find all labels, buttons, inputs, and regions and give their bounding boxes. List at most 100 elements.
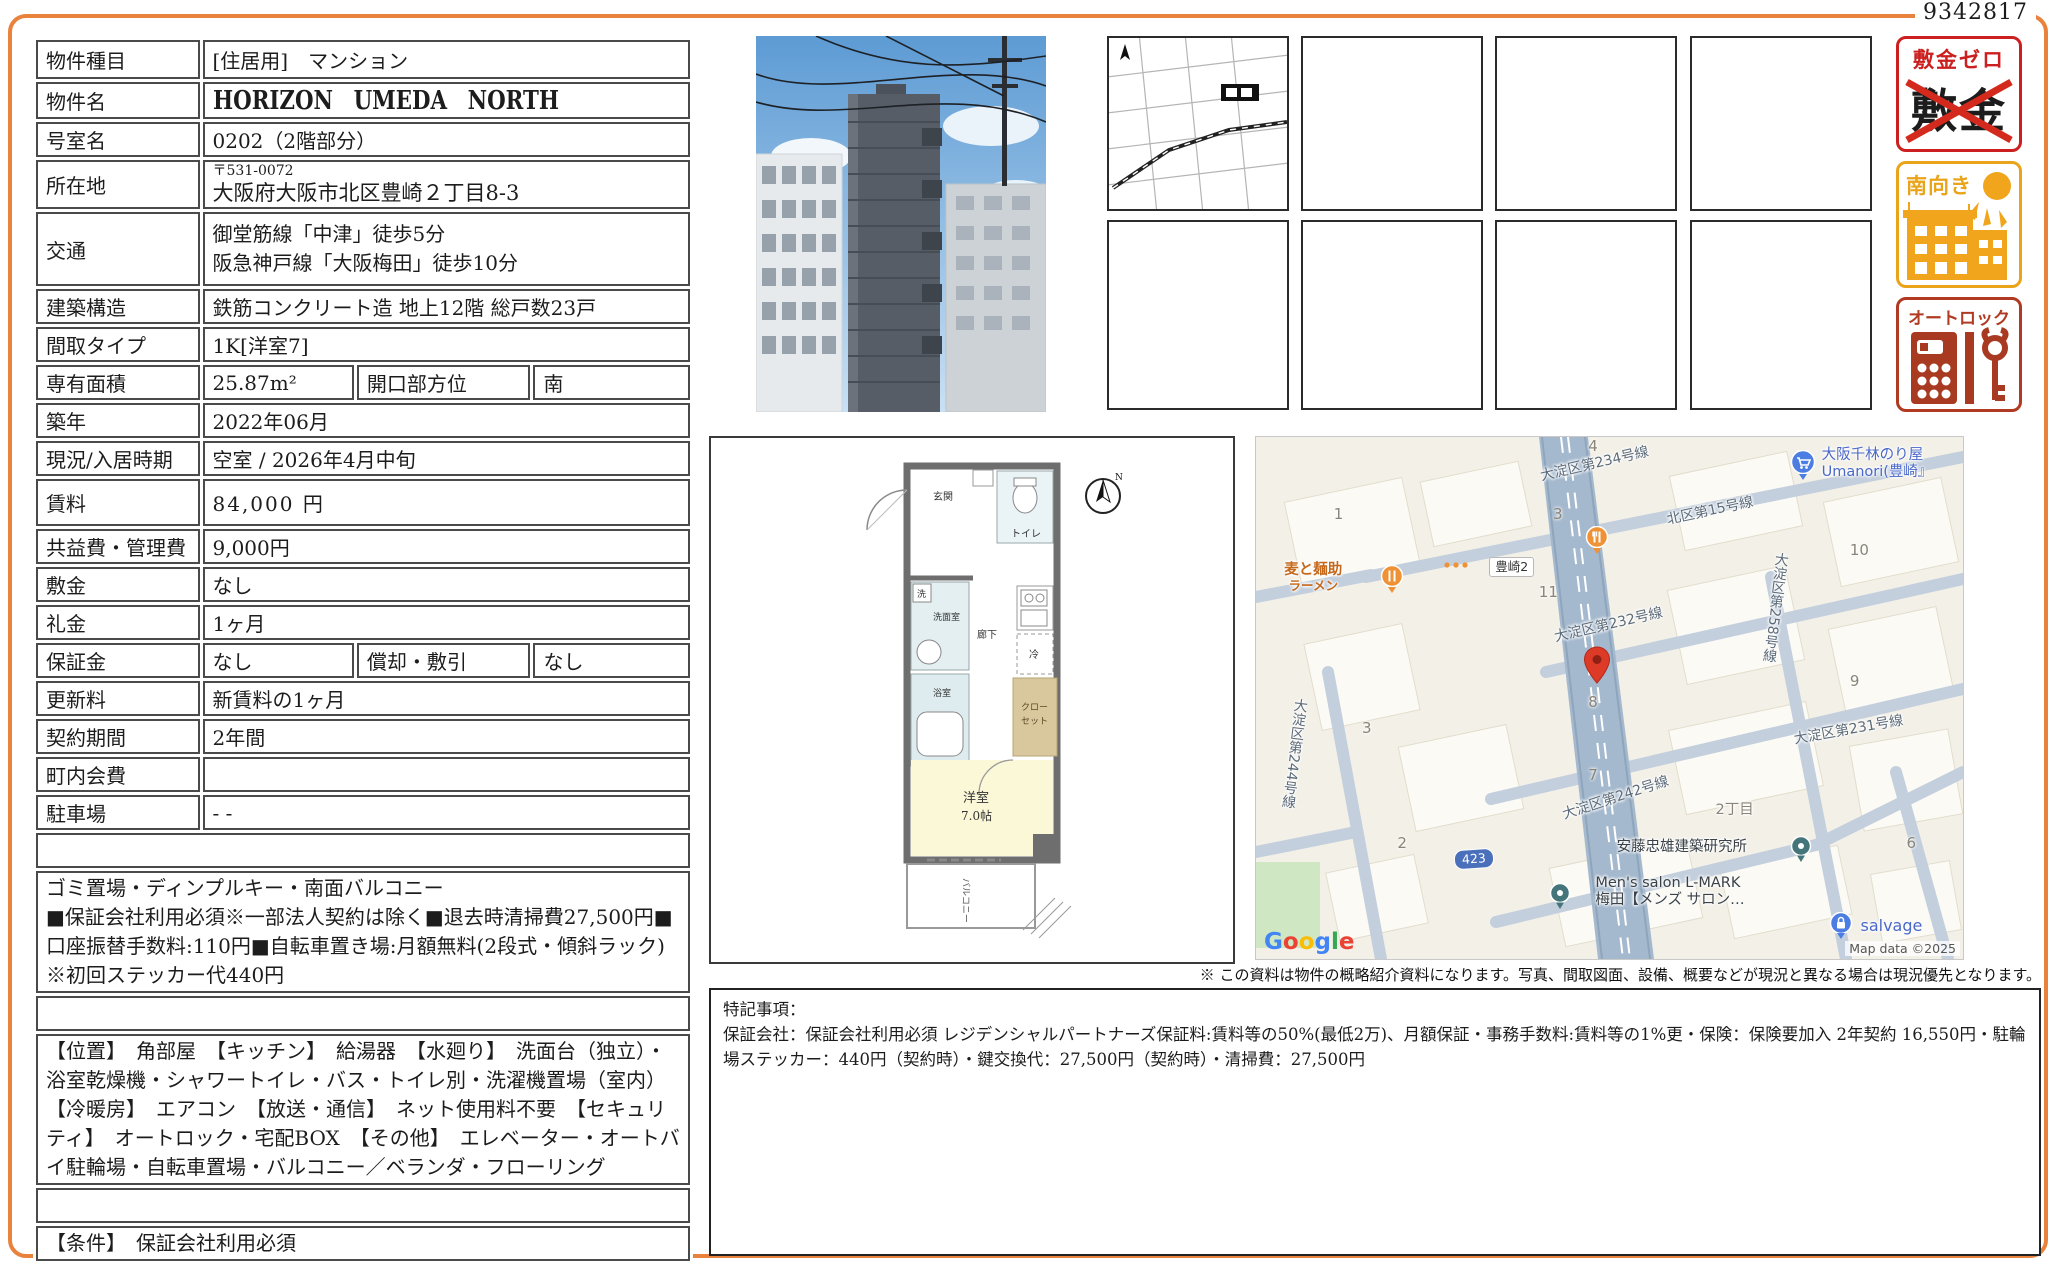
badge-no-deposit-struck: 敷金 [1899, 74, 2019, 148]
row-label: 物件種目 [36, 40, 200, 79]
poi-umanori-line1: 大阪千林のり屋 [1822, 447, 1933, 464]
property-name: HORIZON UMEDA NORTH [213, 86, 559, 116]
svg-text:7.0帖: 7.0帖 [961, 808, 992, 823]
empty-photo-slot [1301, 36, 1483, 211]
red-x-icon [1899, 74, 2019, 148]
google-letter: G [1264, 929, 1283, 955]
row-value: なし [203, 643, 354, 678]
rent-value: 84,000 円 [203, 479, 691, 526]
block-number: 1 [1334, 505, 1344, 523]
restaurant-icon [1585, 526, 1609, 554]
row-label: 築年 [36, 403, 200, 438]
building-photo [756, 36, 1046, 412]
row-value: HORIZON UMEDA NORTH [203, 82, 691, 119]
map-attribution: Map data ©2025 [1845, 941, 1960, 956]
row-value: 2年間 [203, 719, 691, 754]
badge-south-facing: 南向き [1896, 161, 2022, 288]
row-label: 共益費・管理費 [36, 529, 200, 564]
zip-code: 〒531-0072 [213, 163, 681, 180]
sun-and-building-icon [1899, 164, 2019, 285]
row-value: 空室 / 2026年4月中旬 [203, 441, 691, 476]
conditions-header: 条 件 [36, 1188, 690, 1223]
table-row: 現況/入居時期 空室 / 2026年4月中旬 [36, 441, 690, 476]
svg-text:洗面室: 洗面室 [933, 611, 960, 623]
table-row: 建築構造 鉄筋コンクリート造 地上12階 総戸数23戸 [36, 289, 690, 324]
restaurant-icon [1380, 565, 1404, 593]
row-value: [住居用] マンション [203, 40, 691, 79]
transport-line-1: 御堂筋線「中津」徒歩5分 [213, 220, 681, 249]
route-shield: 423 [1453, 848, 1494, 871]
row-label: 間取タイプ [36, 327, 200, 362]
row-label: 町内会費 [36, 757, 200, 792]
remarks-text: ゴミ置場・ディンプルキー・南面バルコニー ■保証会社利用必須※一部法人契約は除く… [36, 871, 690, 993]
table-row: 間取タイプ 1K[洋室7] [36, 327, 690, 362]
table-row: 所在地 〒531-0072 大阪府大阪市北区豊崎２丁目8-3 [36, 160, 690, 209]
floor-plan-drawing: N トイレ 玄関 洗 洗面室 浴室 廊下 [711, 438, 1233, 962]
empty-photo-slot [1690, 36, 1872, 211]
row-subvalue: 南 [533, 365, 690, 400]
poi-umanori-line2: Umanori(豊崎』 [1822, 464, 1933, 481]
empty-photo-slot [1495, 220, 1677, 410]
table-row: 保証金 なし 償却・敷引 なし [36, 643, 690, 678]
row-value: 1K[洋室7] [203, 327, 691, 362]
row-sublabel: 開口部方位 [357, 365, 531, 400]
row-value: 新賃料の1ヶ月 [203, 681, 691, 716]
location-pin-icon [1583, 646, 1611, 684]
cart-icon [1790, 450, 1816, 480]
row-sublabel: 償却・敷引 [357, 643, 531, 678]
intercom-and-key-icon [1899, 300, 2019, 412]
north-compass-icon: N [1086, 473, 1123, 513]
block-number: 6 [1906, 834, 1916, 852]
table-row: 敷金 なし [36, 567, 690, 602]
block-number: 3 [1553, 505, 1563, 523]
empty-photo-slot [1301, 220, 1483, 410]
property-spec-table: 物件種目 [住居用] マンション 物件名 HORIZON UMEDA NORTH… [33, 37, 693, 1264]
row-label: 礼金 [36, 605, 200, 640]
svg-text:冷: 冷 [1029, 648, 1039, 661]
row-value: 鉄筋コンクリート造 地上12階 総戸数23戸 [203, 289, 691, 324]
special-notes-box: 特記事項： 保証会社：保証会社利用必須 レジデンシャルパートナーズ保証料:賃料等… [709, 988, 2041, 1256]
svg-text:N: N [1115, 473, 1123, 483]
remarks-header: 備 考 [36, 833, 690, 868]
svg-text:浴室: 浴室 [933, 687, 951, 699]
section-text-row: 【条件】 保証会社利用必須 [36, 1226, 690, 1261]
chome-label: 2丁目 [1716, 802, 1754, 819]
table-row: 賃料 84,000 円 [36, 479, 690, 526]
row-label: 所在地 [36, 160, 200, 209]
poi-mens-line2: 梅田【メンズ サロン… [1595, 892, 1744, 909]
svg-text:トイレ: トイレ [1011, 529, 1041, 540]
empty-photo-slot [1495, 36, 1677, 211]
row-subvalue: なし [533, 643, 690, 678]
row-label: 賃料 [36, 479, 200, 526]
table-row: 専有面積 25.87m² 開口部方位 南 [36, 365, 690, 400]
bus-stop-icon [1443, 560, 1469, 570]
svg-text:玄関: 玄関 [933, 490, 953, 503]
table-row: 契約期間 2年間 [36, 719, 690, 754]
svg-text:クロー: クロー [1021, 702, 1048, 713]
google-letter: e [1339, 929, 1355, 955]
empty-photo-slot [1690, 220, 1872, 410]
svg-text:バルコニー: バルコニー [960, 878, 971, 923]
badge-auto-lock: オートロック [1896, 297, 2022, 412]
row-label: 物件名 [36, 82, 200, 119]
table-row: 築年 2022年06月 [36, 403, 690, 438]
poi-pin-icon [1549, 883, 1571, 910]
row-value: 2022年06月 [203, 403, 691, 438]
equipment-text: 【位置】 角部屋 【キッチン】 給湯器 【水廻り】 洗面台（独立）・浴室乾燥機・… [36, 1034, 690, 1185]
disclaimer-note: ※ この資料は物件の概略紹介資料になります。写真、間取図面、設備、概要などが現況… [709, 964, 2041, 985]
section-header-row: 条 件 [36, 1188, 690, 1223]
equipment-header: 設 備 [36, 996, 690, 1031]
transport-line-2: 阪急神戸線「大阪梅田」徒歩10分 [213, 249, 681, 278]
mini-map-thumbnail [1107, 36, 1289, 211]
poi-mens-line1: Men's salon L-MARK [1595, 875, 1744, 892]
reference-number: 9342817 [1915, 0, 2036, 25]
row-value: 25.87m² [203, 365, 354, 400]
row-label: 駐車場 [36, 795, 200, 830]
svg-text:洋室: 洋室 [963, 790, 989, 806]
section-text-row: 【位置】 角部屋 【キッチン】 給湯器 【水廻り】 洗面台（独立）・浴室乾燥機・… [36, 1034, 690, 1185]
table-row: 物件種目 [住居用] マンション [36, 40, 690, 79]
table-row: 町内会費 [36, 757, 690, 792]
row-value: 〒531-0072 大阪府大阪市北区豊崎２丁目8-3 [203, 160, 691, 209]
svg-text:洗: 洗 [917, 588, 926, 600]
google-map: 大淀区第234号線 北区第15号線 大淀区第232号線 大淀区第258号線 大淀… [1255, 436, 1964, 960]
